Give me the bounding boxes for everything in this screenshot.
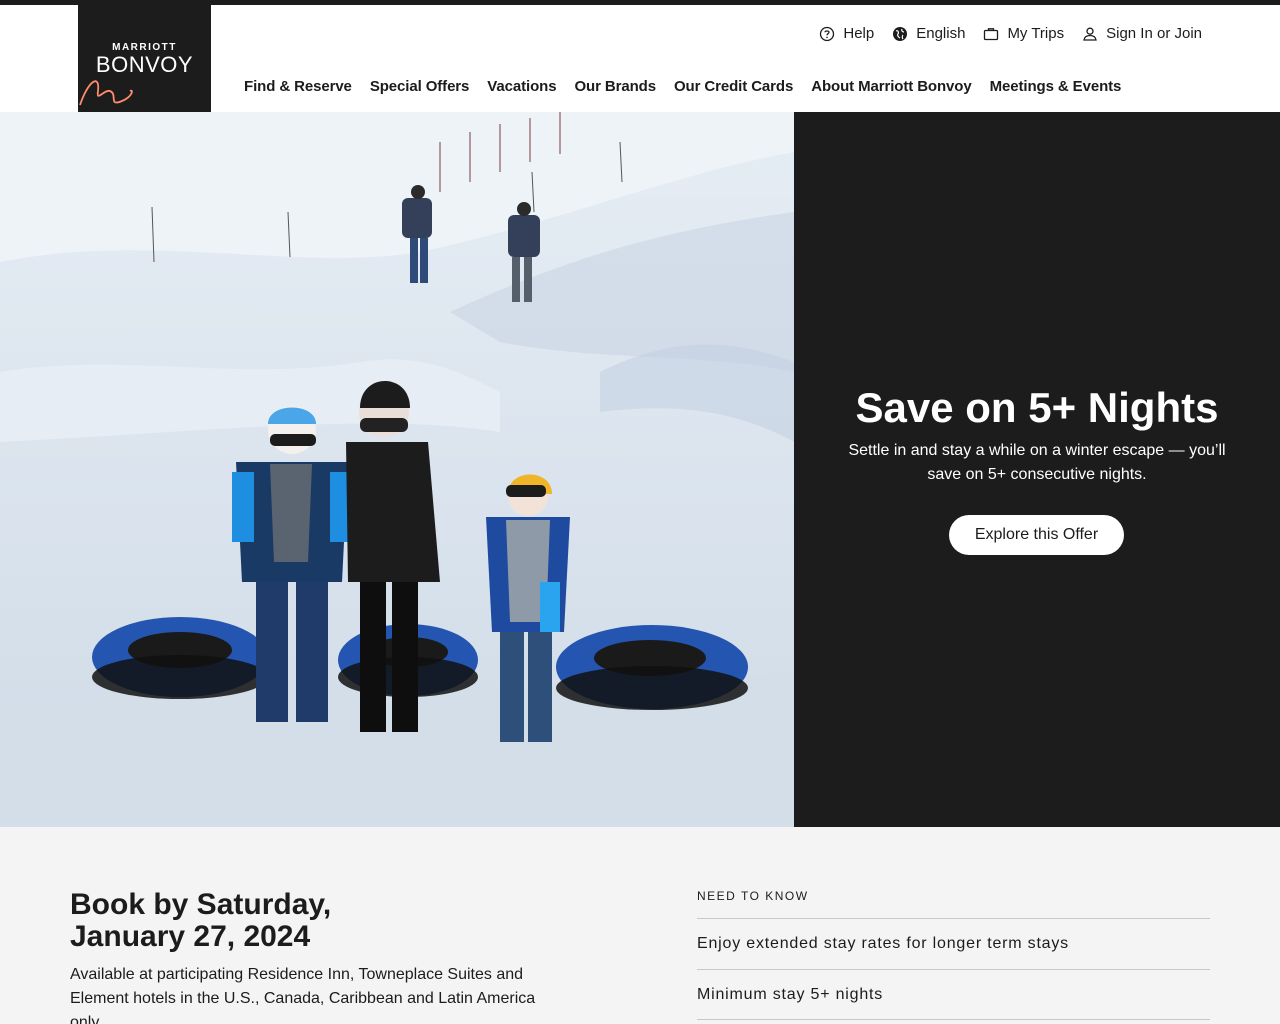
site-header: MARRIOTT BONVOY Help English My Trips Si…: [0, 5, 1280, 112]
my-trips-link[interactable]: My Trips: [983, 25, 1064, 42]
language-selector[interactable]: English: [892, 25, 965, 42]
book-by-line-1: Book by Saturday,: [70, 888, 332, 921]
book-by-line-2: January 27, 2024: [70, 920, 311, 953]
nav-our-brands[interactable]: Our Brands: [574, 78, 656, 95]
nav-vacations[interactable]: Vacations: [487, 78, 556, 95]
explore-offer-button[interactable]: Explore this Offer: [949, 515, 1124, 555]
sign-in-label: Sign In or Join: [1106, 25, 1202, 42]
hero-banner: Save on 5+ Nights Settle in and stay a w…: [0, 112, 1280, 827]
nav-about-bonvoy[interactable]: About Marriott Bonvoy: [811, 78, 971, 95]
suitcase-icon: [984, 27, 999, 40]
need-to-know-label: NEED TO KNOW: [697, 889, 809, 903]
logo-swoosh-icon: [79, 80, 133, 106]
nav-special-offers[interactable]: Special Offers: [370, 78, 470, 95]
need-to-know-item: Enjoy extended stay rates for longer ter…: [697, 918, 1210, 969]
main-nav: Find & Reserve Special Offers Vacations …: [244, 78, 1121, 95]
hero-photo-snow-tubing: [0, 112, 794, 827]
offer-description: Available at participating Residence Inn…: [70, 966, 536, 1024]
need-to-know-item: Minimum stay 5+ nights: [697, 969, 1210, 1020]
marriott-bonvoy-logo[interactable]: MARRIOTT BONVOY: [78, 5, 211, 112]
user-icon: [1083, 27, 1097, 41]
nav-find-reserve[interactable]: Find & Reserve: [244, 78, 352, 95]
help-link[interactable]: Help: [819, 25, 874, 42]
hero-offer-panel: Save on 5+ Nights Settle in and stay a w…: [794, 112, 1280, 827]
need-to-know-list: Enjoy extended stay rates for longer ter…: [697, 918, 1210, 1020]
snow-scene-illustration: [0, 112, 794, 827]
nav-meetings-events[interactable]: Meetings & Events: [990, 78, 1122, 95]
utility-nav: Help English My Trips Sign In or Join: [819, 25, 1202, 42]
book-by-heading: Book by Saturday, January 27, 2024: [70, 889, 550, 953]
my-trips-label: My Trips: [1007, 25, 1065, 42]
help-icon: [820, 26, 835, 41]
language-label: English: [916, 25, 966, 42]
hero-title: Save on 5+ Nights: [855, 384, 1219, 431]
hero-description: Settle in and stay a while on a winter e…: [848, 442, 1226, 483]
help-label: Help: [843, 25, 875, 42]
offer-details-section: Book by Saturday, January 27, 2024 Avail…: [0, 827, 1280, 1024]
nav-credit-cards[interactable]: Our Credit Cards: [674, 78, 793, 95]
globe-icon: [893, 26, 908, 41]
sign-in-link[interactable]: Sign In or Join: [1082, 25, 1202, 42]
